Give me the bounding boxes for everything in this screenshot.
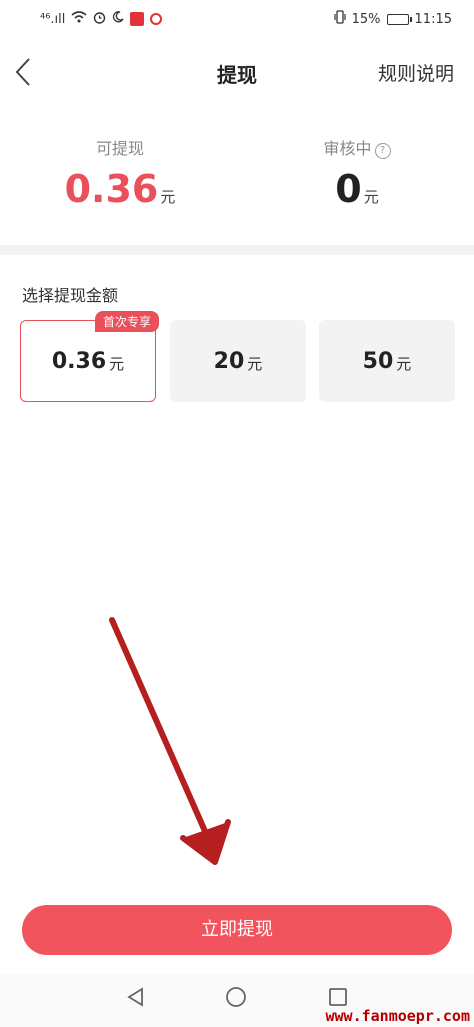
reviewing-amount: 0 (335, 167, 362, 211)
app-notification-icon (130, 12, 145, 26)
help-icon[interactable]: ? (374, 143, 391, 159)
amount-option-value: 20 (213, 348, 245, 374)
alarm-icon (93, 11, 106, 28)
moon-icon (112, 11, 124, 27)
available-unit: 元 (160, 188, 176, 206)
triangle-back-icon (127, 987, 143, 1007)
available-value-row: 0.36 元 (0, 167, 240, 211)
reviewing-value-row: 0元 (237, 167, 474, 211)
watermark-text: www.fanmoepr.com (325, 1007, 471, 1025)
amount-option-1[interactable]: 0.36 元 首次专享 (20, 311, 159, 402)
status-bar: ⁴⁶.ıll 15% 11:15 (0, 0, 474, 38)
reviewing-label: 审核中 (323, 139, 372, 158)
balance-section: 可提现 0.36 元 审核中? 0元 (0, 125, 474, 235)
app-notification-circle-icon (150, 13, 163, 25)
signal-icon: ⁴⁶.ıll (40, 11, 66, 27)
battery-icon (386, 13, 412, 25)
vibrate-icon (334, 10, 346, 28)
amount-option-unit: 元 (109, 354, 125, 373)
reviewing-unit: 元 (363, 188, 379, 206)
amount-option-value: 50 (362, 348, 394, 374)
nav-back-button[interactable] (124, 985, 154, 1015)
amount-option-value: 0.36 (51, 348, 107, 374)
battery-percent: 15% (351, 11, 381, 27)
withdraw-now-button[interactable]: 立即提现 (22, 905, 452, 955)
wifi-icon (71, 11, 87, 27)
amount-options: 0.36 元 首次专享 20 元 50 元 (20, 311, 456, 404)
amount-option-unit: 元 (247, 354, 263, 373)
reviewing-balance: 审核中? 0元 (237, 135, 474, 211)
select-amount-label: 选择提现金额 (22, 286, 119, 305)
first-time-badge: 首次专享 (94, 311, 159, 332)
status-time: 11:15 (414, 11, 452, 27)
circle-home-icon (226, 987, 246, 1007)
rules-link[interactable]: 规则说明 (378, 59, 454, 86)
system-nav-bar: www.fanmoepr.com (0, 975, 474, 1027)
status-right: 15% 11:15 (334, 10, 452, 28)
nav-home-button[interactable] (224, 985, 254, 1015)
amount-option-3[interactable]: 50 元 (319, 320, 455, 402)
available-label: 可提现 (95, 139, 144, 158)
status-left: ⁴⁶.ıll (40, 11, 163, 28)
available-amount: 0.36 (64, 167, 159, 211)
square-recents-icon (329, 988, 347, 1006)
available-balance: 可提现 0.36 元 (0, 135, 240, 211)
amount-option-2[interactable]: 20 元 (170, 320, 306, 402)
section-divider (0, 245, 474, 255)
reviewing-label-row: 审核中? (237, 135, 474, 159)
amount-option-unit: 元 (396, 354, 412, 373)
nav-bar: 提现 规则说明 (0, 45, 474, 101)
